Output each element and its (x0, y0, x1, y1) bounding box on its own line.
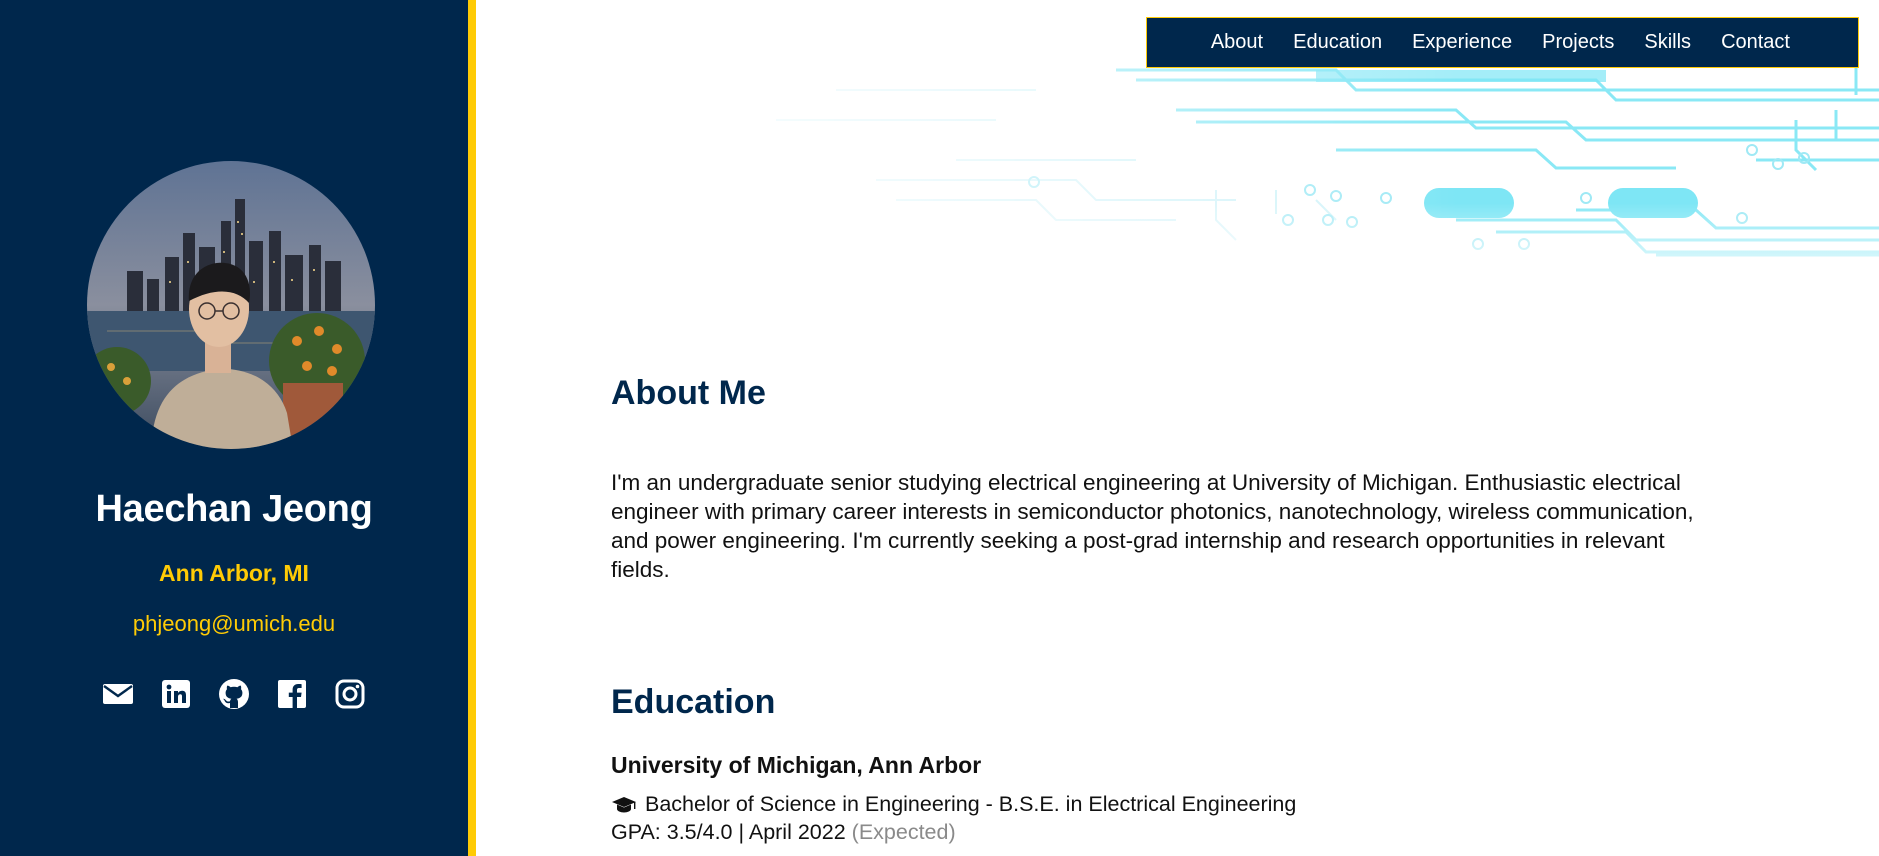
degree-line: Bachelor of Science in Engineering - B.S… (611, 792, 1296, 817)
expected-label: (Expected) (851, 820, 956, 844)
profile-email-link[interactable]: phjeong@umich.edu (0, 611, 468, 637)
envelope-icon[interactable] (102, 678, 134, 710)
degree-text: Bachelor of Science in Engineering - B.S… (645, 792, 1297, 816)
nav-about[interactable]: About (1211, 31, 1263, 54)
github-icon[interactable] (218, 678, 250, 710)
profile-photo (87, 161, 375, 449)
nav-education[interactable]: Education (1293, 31, 1382, 54)
about-paragraph: I'm an undergraduate senior studying ele… (611, 470, 1694, 582)
education-heading: Education (611, 683, 776, 721)
nav-skills[interactable]: Skills (1644, 31, 1691, 54)
social-links (0, 678, 468, 710)
nav-contact[interactable]: Contact (1721, 31, 1790, 54)
about-heading: About Me (611, 374, 766, 412)
school-name: University of Michigan, Ann Arbor (611, 752, 982, 778)
profile-name: Haechan Jeong (95, 488, 373, 530)
gpa-line: GPA: 3.5/4.0 | April 2022 (Expected) (611, 820, 956, 845)
instagram-icon[interactable] (334, 678, 366, 710)
nav-projects[interactable]: Projects (1542, 31, 1614, 54)
profile-sidebar: Haechan Jeong Ann Arbor, MI phjeong@umic… (0, 0, 476, 856)
top-nav: About Education Experience Projects Skil… (1146, 17, 1859, 68)
nav-experience[interactable]: Experience (1412, 31, 1512, 54)
profile-location: Ann Arbor, MI (159, 560, 309, 586)
facebook-icon[interactable] (276, 678, 308, 710)
linkedin-icon[interactable] (160, 678, 192, 710)
gpa-text: GPA: 3.5/4.0 | April 2022 (611, 820, 846, 844)
graduation-cap-icon (612, 796, 636, 812)
